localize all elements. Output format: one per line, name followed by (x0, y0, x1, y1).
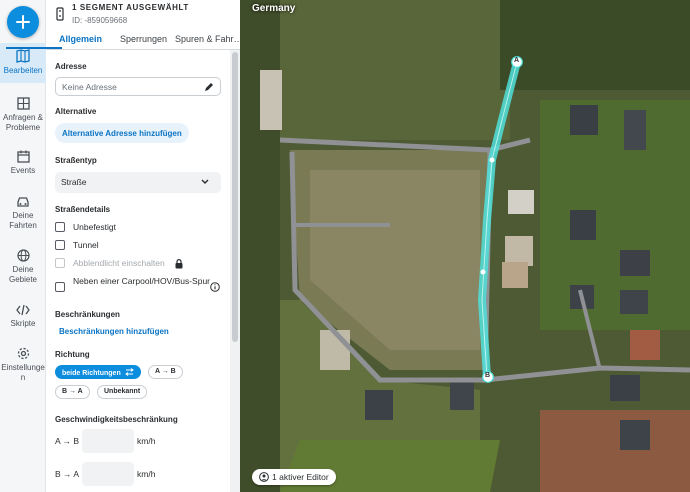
unpaved-checkbox[interactable] (55, 222, 65, 232)
lock-icon (175, 259, 183, 269)
left-rail: Bearbeiten Anfragen & Probleme Events De… (0, 0, 46, 492)
speed-ab-label: A → B (55, 436, 80, 446)
car-icon (17, 197, 29, 207)
map-edit-icon (16, 49, 30, 63)
headlights-checkbox[interactable] (55, 258, 65, 268)
map-view[interactable]: Germany A B 1 aktiver Editor (240, 0, 690, 492)
globe-icon (16, 249, 30, 262)
add-alternative-address-button[interactable]: Alternative Adresse hinzufügen (55, 123, 189, 143)
direction-label: Richtung (55, 350, 90, 359)
tab-bar: Allgemein Sperrungen Spuren & Fahr… (46, 30, 240, 50)
rail-item-edit[interactable]: Bearbeiten (0, 43, 46, 83)
rail-item-scripts[interactable]: Skripte (0, 304, 46, 329)
node-a-label: A (514, 57, 520, 64)
road-type-value: Straße (61, 177, 87, 187)
node-b-label: B (485, 372, 491, 379)
rail-label-edit: Bearbeiten (3, 66, 43, 75)
info-icon[interactable] (210, 282, 220, 292)
rail-label-settings: Einstellungen (1, 363, 45, 382)
speed-ba-input[interactable] (82, 462, 134, 486)
unpaved-label: Unbefestigt (73, 222, 116, 232)
chevron-down-icon (201, 179, 209, 184)
rail-item-settings[interactable]: Einstellungen (0, 347, 46, 383)
swap-arrows-icon (124, 368, 134, 376)
direction-b-to-a-chip[interactable]: B → A (55, 385, 90, 399)
segment-icon (56, 7, 64, 21)
road-type-select[interactable]: Straße (55, 172, 221, 193)
speed-limit-label: Geschwindigkeitsbeschränkung (55, 415, 178, 424)
direction-unknown-chip[interactable]: Unbekannt (97, 385, 148, 399)
rail-item-areas[interactable]: Deine Gebiete (0, 249, 46, 285)
restrictions-label: Beschränkungen (55, 310, 120, 319)
rail-label-requests: Anfragen & Probleme (2, 113, 44, 132)
speed-ba-unit: km/h (137, 469, 156, 479)
add-button[interactable] (7, 6, 39, 38)
speed-ab-unit: km/h (137, 436, 156, 446)
tab-lanes[interactable]: Spuren & Fahr… (175, 34, 240, 44)
carpool-label: Neben einer Carpool/HOV/Bus-Spur (73, 276, 211, 286)
map-country-label: Germany (252, 3, 296, 14)
add-restrictions-link[interactable]: Beschränkungen hinzufügen (59, 327, 169, 336)
speed-ab-input[interactable] (82, 429, 134, 453)
carpool-checkbox[interactable] (55, 282, 65, 292)
rail-item-requests[interactable]: Anfragen & Probleme (0, 95, 46, 133)
tunnel-label: Tunnel (73, 240, 99, 250)
address-placeholder: Keine Adresse (62, 82, 117, 92)
code-icon (16, 304, 30, 316)
tab-closures[interactable]: Sperrungen (120, 34, 167, 44)
tab-active-indicator (6, 47, 62, 49)
rail-label-areas: Deine Gebiete (8, 265, 38, 284)
editor-icon (259, 472, 269, 482)
rail-label-events: Events (10, 166, 36, 175)
road-type-label: Straßentyp (55, 156, 97, 165)
rail-item-events[interactable]: Events (0, 150, 46, 176)
active-editors-pill[interactable]: 1 aktiver Editor (252, 469, 336, 485)
tab-general[interactable]: Allgemein (59, 34, 102, 44)
scrollbar-thumb[interactable] (232, 52, 238, 342)
calendar-icon (16, 150, 30, 163)
direction-both-chip[interactable]: beide Richtungen (55, 365, 141, 379)
pencil-icon[interactable] (204, 82, 214, 92)
direction-a-to-b-chip[interactable]: A → B (148, 365, 183, 379)
address-field[interactable]: Keine Adresse (55, 77, 221, 96)
alternative-label: Alternative (55, 107, 97, 116)
direction-both-label: beide Richtungen (62, 370, 121, 377)
gear-icon (17, 347, 29, 360)
rail-label-drives: Deine Fahrten (9, 211, 37, 230)
rail-label-scripts: Skripte (10, 319, 36, 328)
segment-header: 1 SEGMENT AUSGEWÄHLT ID: -859059668 (46, 0, 240, 30)
satellite-imagery (240, 0, 690, 492)
headlights-label: Abblendlicht einschalten (73, 258, 165, 268)
plus-icon (16, 15, 30, 29)
active-editors-label: 1 aktiver Editor (272, 472, 329, 482)
road-details-label: Straßendetails (55, 205, 111, 214)
grid-icon (16, 97, 30, 110)
segment-id: ID: -859059668 (72, 16, 128, 25)
speed-ba-label: B → A (55, 469, 80, 479)
rail-item-drives[interactable]: Deine Fahrten (0, 195, 46, 231)
address-label: Adresse (55, 62, 87, 71)
tunnel-checkbox[interactable] (55, 240, 65, 250)
segment-title: 1 SEGMENT AUSGEWÄHLT (72, 3, 189, 12)
